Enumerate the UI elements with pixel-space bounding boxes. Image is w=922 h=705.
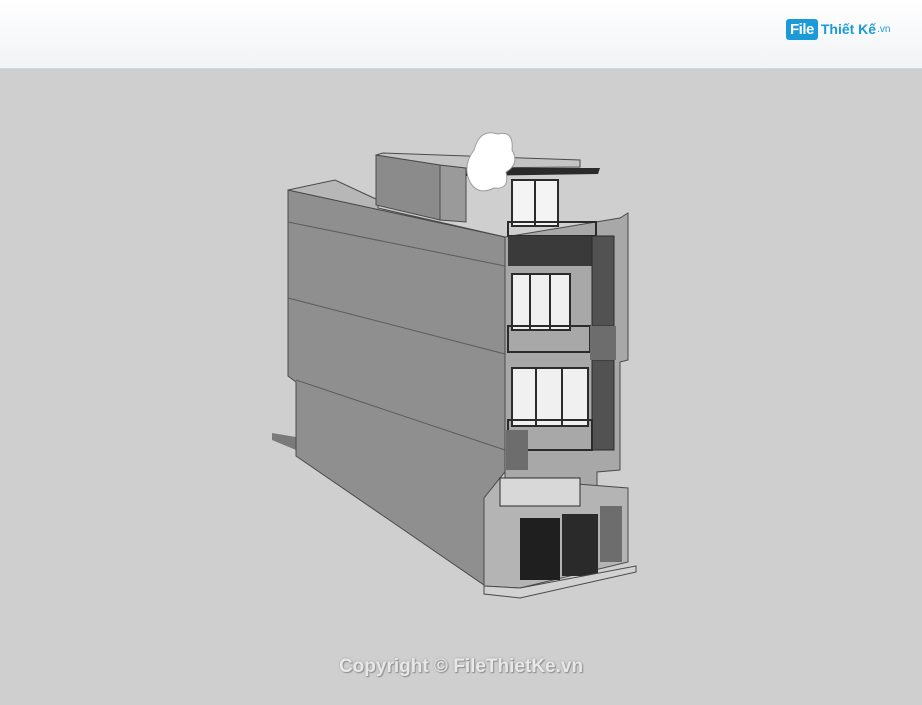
logo-badge: File: [786, 18, 818, 40]
penthouse-front: [439, 164, 467, 223]
stone-panel: [590, 326, 616, 360]
tree: [466, 132, 516, 192]
model-viewport[interactable]: [0, 69, 922, 705]
stone-panel: [506, 430, 528, 470]
window: [511, 273, 571, 331]
balcony-band: [508, 236, 598, 266]
site-header: File Thiết Kế .vn: [0, 0, 922, 69]
site-logo[interactable]: File Thiết Kế .vn: [786, 14, 890, 44]
window: [499, 477, 581, 507]
stone-panel: [600, 506, 622, 562]
house-model: [272, 132, 637, 599]
logo-text: Thiết Kế: [820, 21, 877, 37]
louver: [591, 359, 615, 451]
watermark: Copyright © FileThietKe.vn: [338, 656, 584, 677]
window: [511, 367, 589, 427]
ground-slab: [272, 433, 296, 450]
door: [562, 514, 598, 576]
side-wall: [287, 189, 506, 586]
garage-door: [520, 518, 560, 580]
logo-tld: .vn: [877, 23, 891, 35]
louver: [591, 235, 615, 327]
